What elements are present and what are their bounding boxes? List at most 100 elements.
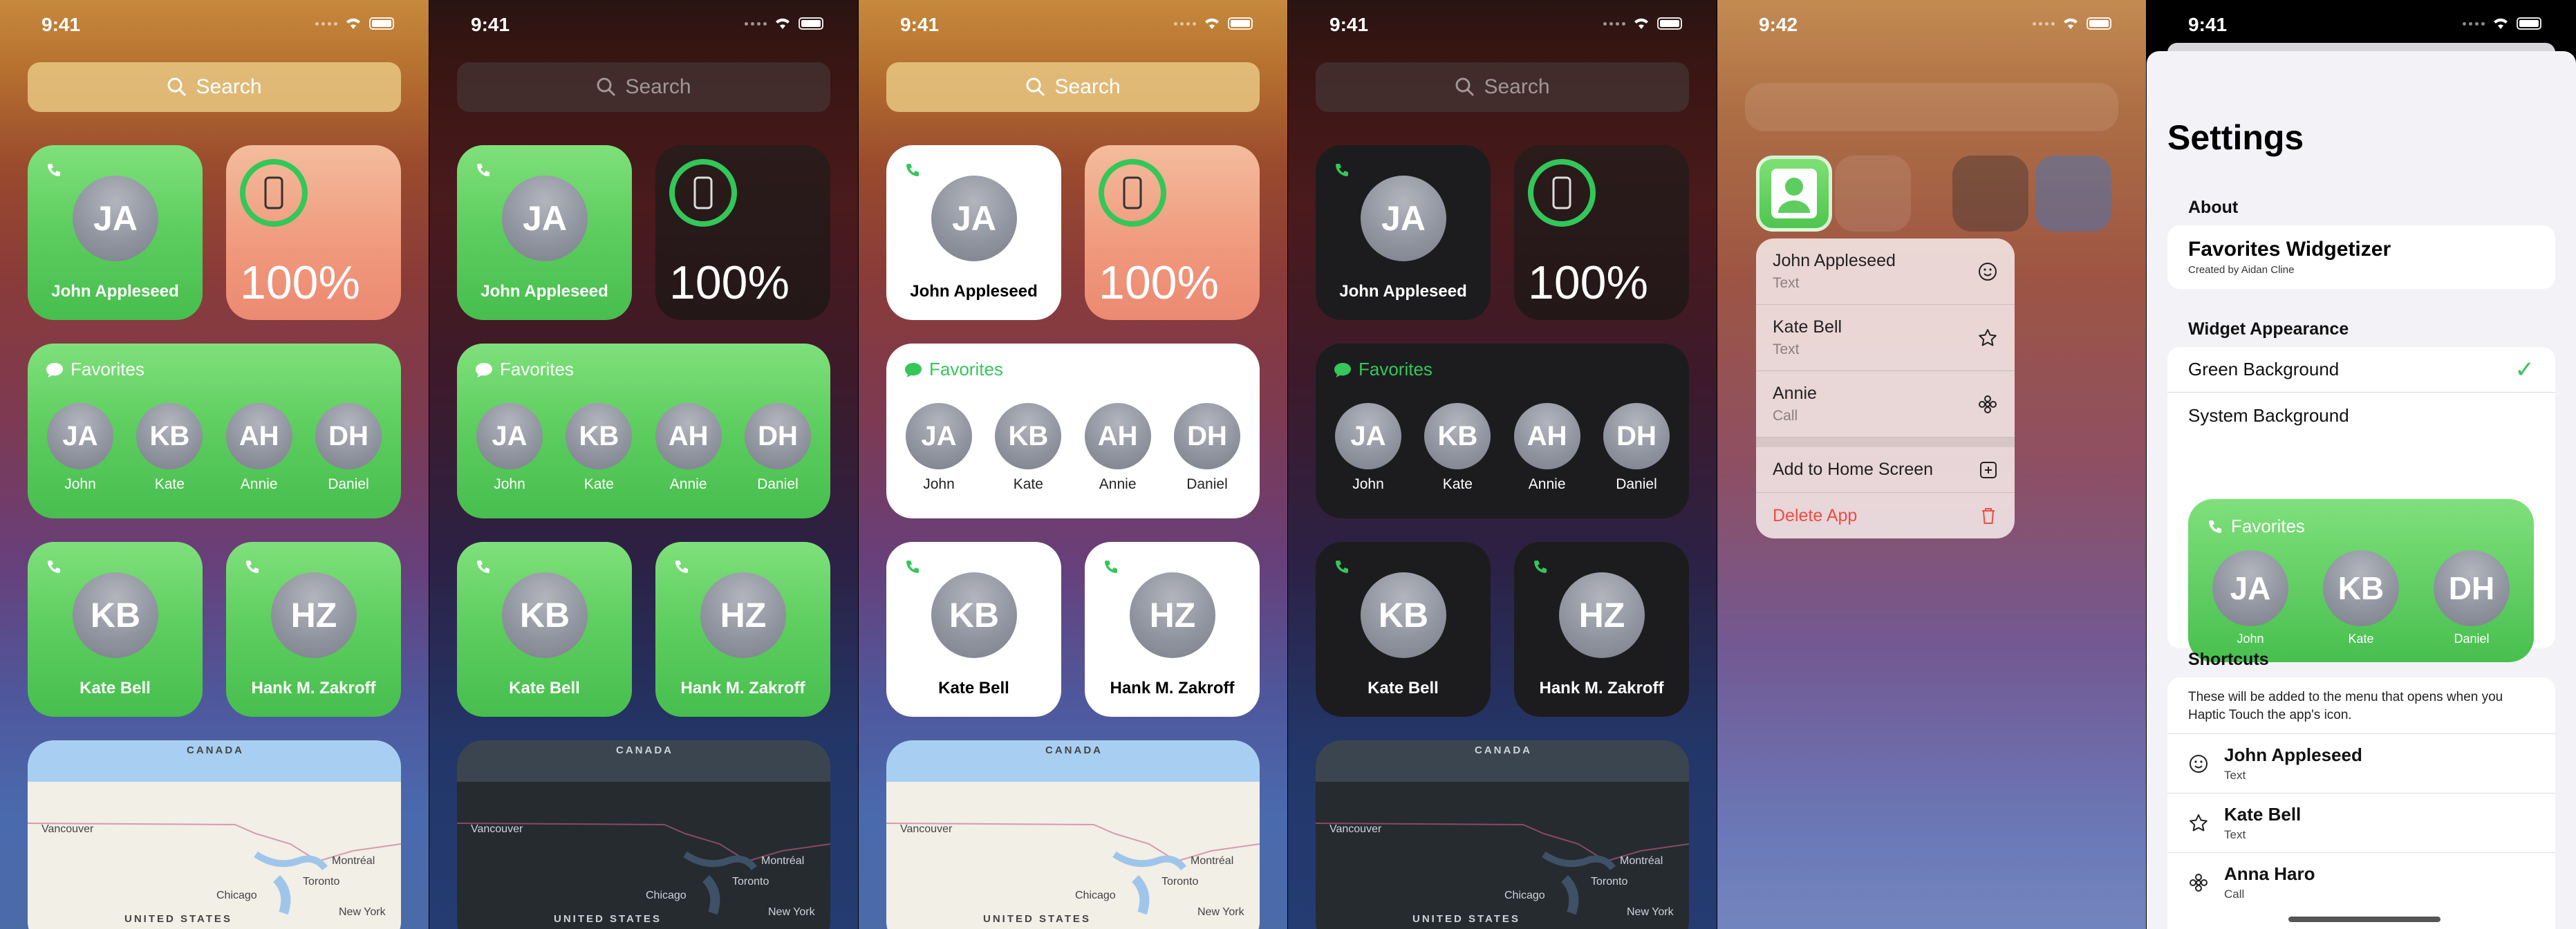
map-widget[interactable]: CANADA Vancouver Montréal Toronto Chicag… [457,740,830,929]
avatar: JA [1335,403,1401,469]
avatar: AH [1513,403,1580,469]
avatar: HZ [700,572,786,658]
favorite-kate[interactable]: KB Kate [993,403,1063,493]
home-screen-system-light: 9:41 Search JA John Appleseed 100% Favor… [859,0,1287,929]
avatar: KB [2323,550,2399,626]
iphone-icon [264,176,283,209]
contact-widget-kate[interactable]: KB Kate Bell [28,542,203,717]
favorite-kate[interactable]: KB Kate [1423,403,1492,493]
battery-ring [240,159,308,227]
avatar: DH [1173,403,1240,469]
signal-icon [1603,21,1625,26]
avatar: JA [476,403,543,469]
phone-icon [1105,561,1117,573]
menu-item-kate[interactable]: Kate Bell Text [1756,305,2015,371]
favorite-john[interactable]: JA John [475,403,544,493]
avatar: KB [931,572,1017,658]
shortcut-john[interactable]: John Appleseed Text [2167,733,2555,793]
favorite-daniel[interactable]: DH Daniel [743,403,812,493]
phone-icon [246,561,259,573]
contact-widget-kate[interactable]: KB Kate Bell [1316,542,1491,717]
favorite-john[interactable]: JA John [1334,403,1403,493]
contact-widget-kate[interactable]: KB Kate Bell [457,542,632,717]
contact-widget-hank[interactable]: HZ Hank M. Zakroff [226,542,401,717]
contact-widget-john[interactable]: JA John Appleseed [457,145,632,320]
favorite-annie[interactable]: AH Annie [1513,403,1582,493]
favorite-john: JA John [2212,550,2288,646]
avatar: DH [744,403,811,469]
phone-icon [1336,561,1348,573]
map-widget[interactable]: CANADA Vancouver Montréal Toronto Chicag… [886,740,1260,929]
signal-icon [2463,21,2485,26]
option-system-background[interactable]: System Background [2167,393,2555,438]
widget-preview: Favorites JA John KB Kate DH Daniel [2188,499,2534,662]
avatar: KB [73,572,158,658]
contact-widget-john[interactable]: JA John Appleseed [1316,145,1491,320]
home-screen-system-dark: 9:41 Search JA John Appleseed 100% Favor… [1288,0,1717,929]
favorites-header: Favorites [475,359,574,380]
message-icon [905,362,922,377]
status-bar: 9:41 [429,12,858,36]
contact-widget-kate[interactable]: KB Kate Bell [886,542,1061,717]
contact-widget-hank[interactable]: HZ Hank M. Zakroff [655,542,830,717]
add-to-home-screen-button[interactable]: Add to Home Screen [1756,447,2015,493]
battery-icon [1228,17,1253,30]
status-bar: 9:41 [1288,12,1717,36]
appearance-header: Widget Appearance [2188,319,2349,339]
favorites-widget[interactable]: Favorites JA John KB Kate AH Annie DH Daniel [1316,344,1689,518]
favorites-widget[interactable]: Favorites JA John KB Kate AH Annie DH Daniel [28,344,401,518]
battery-widget[interactable]: 100% [226,145,401,320]
settings-screen: 9:41 Settings About Favorites Widgetizer… [2147,0,2576,929]
wifi-icon [2494,18,2508,29]
map-widget[interactable]: CANADA Vancouver Montréal Toronto Chicag… [28,740,401,929]
shortcut-kate[interactable]: Kate Bell Text [2167,793,2555,852]
favorite-kate[interactable]: KB Kate [564,403,633,493]
contact-name: Kate Bell [1368,679,1439,697]
avatar: KB [136,403,203,469]
favorite-daniel[interactable]: DH Daniel [314,403,383,493]
favorites-widget[interactable]: Favorites JA John KB Kate AH Annie DH Daniel [886,344,1260,518]
shortcut-anna[interactable]: Anna Haro Call [2167,852,2555,912]
favorites-header: Favorites [46,359,144,380]
search-field[interactable]: Search [1316,62,1689,112]
menu-item-annie[interactable]: Annie Call [1756,371,2015,438]
battery-widget[interactable]: 100% [1085,145,1260,320]
avatar: JA [1361,176,1446,261]
favorite-john[interactable]: JA John [46,403,115,493]
app-icon[interactable] [1756,156,1832,232]
avatar: JA [2212,550,2288,626]
battery-widget[interactable]: 100% [655,145,830,320]
favorite-annie[interactable]: AH Annie [654,403,723,493]
avatar: JA [502,176,588,261]
favorite-annie[interactable]: AH Annie [1083,403,1152,493]
search-placeholder: Search [1484,75,1550,98]
contact-name: John Appleseed [51,282,179,301]
search-field[interactable]: Search [886,62,1260,112]
app-name: Favorites Widgetizer [2188,238,2391,261]
contact-widget-john[interactable]: JA John Appleseed [886,145,1061,320]
delete-app-button[interactable]: Delete App [1756,493,2015,538]
plus-square-icon [1980,461,1997,478]
favorite-john[interactable]: JA John [904,403,973,493]
option-green-background[interactable]: Green Background ✓ [2167,347,2555,393]
search-field[interactable]: Search [28,62,401,112]
contact-widget-john[interactable]: JA John Appleseed [28,145,203,320]
contact-widget-hank[interactable]: HZ Hank M. Zakroff [1085,542,1260,717]
favorites-widget[interactable]: Favorites JA John KB Kate AH Annie DH Daniel [457,344,830,518]
battery-percent: 100% [1528,256,1648,309]
home-indicator[interactable] [2288,917,2440,922]
favorite-daniel[interactable]: DH Daniel [1173,403,1242,493]
favorite-daniel[interactable]: DH Daniel [1602,403,1671,493]
search-placeholder: Search [196,75,262,98]
menu-item-john[interactable]: John Appleseed Text [1756,238,2015,305]
favorite-annie[interactable]: AH Annie [225,403,294,493]
wifi-icon [2064,18,2078,29]
contact-name: Kate Bell [509,679,580,697]
map-widget[interactable]: CANADA Vancouver Montréal Toronto Chicag… [1316,740,1689,929]
contact-widget-hank[interactable]: HZ Hank M. Zakroff [1514,542,1689,717]
battery-widget[interactable]: 100% [1514,145,1689,320]
favorite-kate[interactable]: KB Kate [135,403,204,493]
avatar: HZ [271,572,357,658]
search-field[interactable]: Search [457,62,830,112]
battery-icon [2087,17,2111,30]
